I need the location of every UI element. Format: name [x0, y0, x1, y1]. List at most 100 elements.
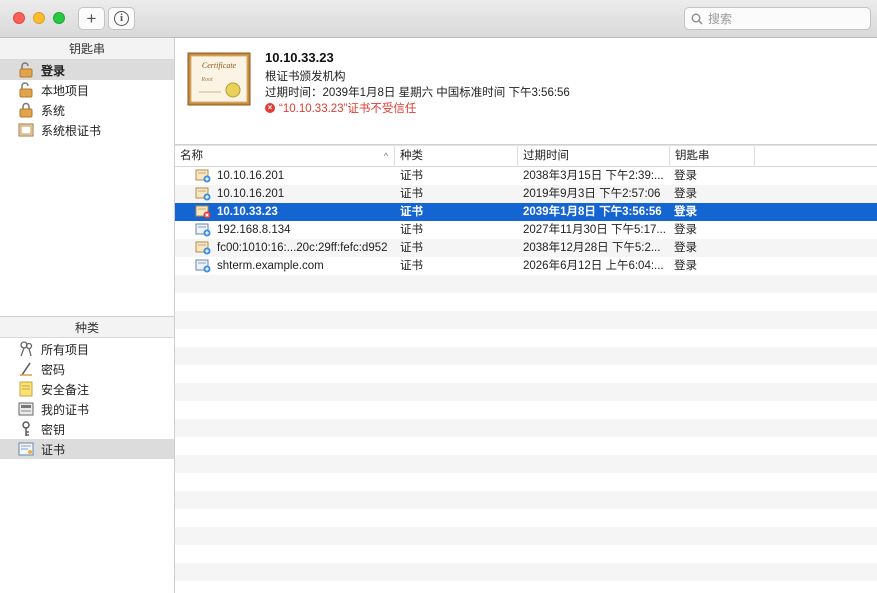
search-field[interactable] [684, 7, 871, 30]
sidebar-item-label: 密钥 [41, 422, 66, 437]
sidebar-item-label: 安全备注 [41, 382, 90, 397]
column-header-label: 名称 [180, 150, 203, 162]
sidebar-item-label: 我的证书 [41, 402, 90, 417]
sidebar-item-login[interactable]: 登录 [0, 60, 174, 80]
items-table: 名称 ^ 种类 过期时间 钥匙串 10.10.16.201 证书 2038年3月… [175, 145, 877, 593]
empty-row [175, 581, 877, 593]
empty-row-stripes [175, 275, 877, 593]
row-name: 192.168.8.134 [217, 224, 291, 236]
table-row[interactable]: 192.168.8.134 证书 2027年11月30日 下午5:17... 登… [175, 221, 877, 239]
row-expires: 2039年1月8日 下午3:56:56 [523, 206, 662, 218]
column-header-label: 钥匙串 [675, 150, 710, 162]
row-name: 10.10.16.201 [217, 170, 285, 182]
sidebar-item-label: 系统 [41, 103, 66, 118]
sidebar-item-label: 登录 [41, 63, 66, 78]
row-kind: 证书 [400, 260, 423, 272]
empty-row [175, 401, 877, 419]
sidebar-item-local-items[interactable]: 本地项目 [0, 80, 174, 100]
column-header-expires[interactable]: 过期时间 [518, 146, 670, 167]
row-name: 10.10.16.201 [217, 188, 285, 200]
trust-warning-text: “10.10.33.23”证书不受信任 [279, 103, 417, 115]
get-info-button[interactable]: i [108, 7, 135, 30]
row-expires: 2027年11月30日 下午5:17... [523, 224, 665, 236]
sidebar-item-my-certificates[interactable]: 我的证书 [0, 399, 174, 419]
row-expires: 2038年3月15日 下午2:39:... [523, 170, 664, 182]
row-kind: 证书 [400, 206, 423, 218]
row-name-cell: 10.10.33.23 [195, 203, 395, 221]
search-icon [691, 13, 703, 24]
cabinet-icon [18, 122, 34, 138]
row-kind: 证书 [400, 170, 423, 182]
empty-row [175, 545, 877, 563]
row-name: fc00:1010:16:...20c:29ff:fefc:d952 [217, 242, 388, 254]
sidebar-item-passwords[interactable]: 密码 [0, 359, 174, 379]
column-header-label: 过期时间 [523, 150, 569, 162]
row-name-cell: 10.10.16.201 [195, 185, 395, 203]
column-header-kind[interactable]: 种类 [395, 146, 518, 167]
table-row[interactable]: 10.10.16.201 证书 2038年3月15日 下午2:39:... 登录 [175, 167, 877, 185]
keychains-list: 登录 本地项目 系统 系统根证书 [0, 60, 174, 140]
certificate-art-title: Certificate [202, 61, 237, 70]
sidebar-item-keys[interactable]: 密钥 [0, 419, 174, 439]
sidebar: 钥匙串 登录 本地项目 系统 系统根证书 种类 所有项目 密码 安全备注 我的证… [0, 38, 175, 593]
table-row[interactable]: fc00:1010:16:...20c:29ff:fefc:d952 证书 20… [175, 239, 877, 257]
empty-row [175, 329, 877, 347]
table-row[interactable]: shterm.example.com 证书 2026年6月12日 上午6:04:… [175, 257, 877, 275]
sidebar-item-secure-notes[interactable]: 安全备注 [0, 379, 174, 399]
info-icon: i [114, 11, 129, 26]
cert-plus-icon [195, 187, 211, 201]
lock-open-icon [18, 62, 34, 78]
row-keychain: 登录 [674, 188, 697, 200]
sidebar-item-label: 系统根证书 [41, 123, 102, 138]
row-keychain: 登录 [674, 260, 697, 272]
lock-closed-icon [18, 102, 34, 118]
empty-row [175, 491, 877, 509]
sidebar-item-label: 所有项目 [41, 342, 90, 357]
error-x-icon: × [265, 103, 275, 113]
certificate-art-subtitle: Root [200, 77, 213, 83]
row-name-cell: shterm.example.com [195, 257, 395, 275]
row-kind: 证书 [400, 188, 423, 200]
sidebar-item-system-roots[interactable]: 系统根证书 [0, 120, 174, 140]
row-name-cell: fc00:1010:16:...20c:29ff:fefc:d952 [195, 239, 395, 257]
close-window-button[interactable] [13, 12, 25, 24]
table-row[interactable]: 10.10.16.201 证书 2019年9月3日 下午2:57:06 登录 [175, 185, 877, 203]
add-item-button[interactable]: + [78, 7, 105, 30]
row-keychain: 登录 [674, 224, 697, 236]
table-row-selected[interactable]: 10.10.33.23 证书 2039年1月8日 下午3:56:56 登录 [175, 203, 877, 221]
trust-warning: × “10.10.33.23”证书不受信任 [265, 100, 416, 116]
cert-untrusted-icon [195, 205, 211, 219]
empty-row [175, 419, 877, 437]
categories-list: 所有项目 密码 安全备注 我的证书 密钥 证书 [0, 339, 174, 459]
cert-plus-icon [195, 169, 211, 183]
column-header-name[interactable]: 名称 ^ [175, 146, 395, 167]
column-header-keychain[interactable]: 钥匙串 [670, 146, 755, 167]
sidebar-item-label: 证书 [41, 442, 66, 457]
certificate-expiry: 过期时间：2039年1月8日 星期六 中国标准时间 下午3:56:56 [265, 87, 570, 99]
zoom-window-button[interactable] [53, 12, 65, 24]
all-items-icon [18, 341, 34, 357]
row-keychain: 登录 [674, 242, 697, 254]
password-icon [18, 361, 34, 377]
column-header-label: 种类 [400, 150, 423, 162]
row-expires: 2019年9月3日 下午2:57:06 [523, 188, 661, 200]
secure-note-icon [18, 381, 34, 397]
row-expires: 2026年6月12日 上午6:04:... [523, 260, 664, 272]
cert-plus-icon [195, 241, 211, 255]
empty-row [175, 473, 877, 491]
categories-header: 种类 [0, 316, 174, 338]
sidebar-item-certificates[interactable]: 证书 [0, 439, 174, 459]
sort-ascending-icon: ^ [383, 151, 388, 161]
sidebar-item-label: 密码 [41, 362, 66, 377]
search-input[interactable] [708, 11, 858, 26]
row-name-cell: 10.10.16.201 [195, 167, 395, 185]
empty-row [175, 365, 877, 383]
sidebar-item-system[interactable]: 系统 [0, 100, 174, 120]
row-name-cell: 192.168.8.134 [195, 221, 395, 239]
row-name: shterm.example.com [217, 260, 324, 272]
empty-row [175, 275, 877, 293]
empty-row [175, 527, 877, 545]
sidebar-item-all-items[interactable]: 所有项目 [0, 339, 174, 359]
minimize-window-button[interactable] [33, 12, 45, 24]
row-kind: 证书 [400, 242, 423, 254]
